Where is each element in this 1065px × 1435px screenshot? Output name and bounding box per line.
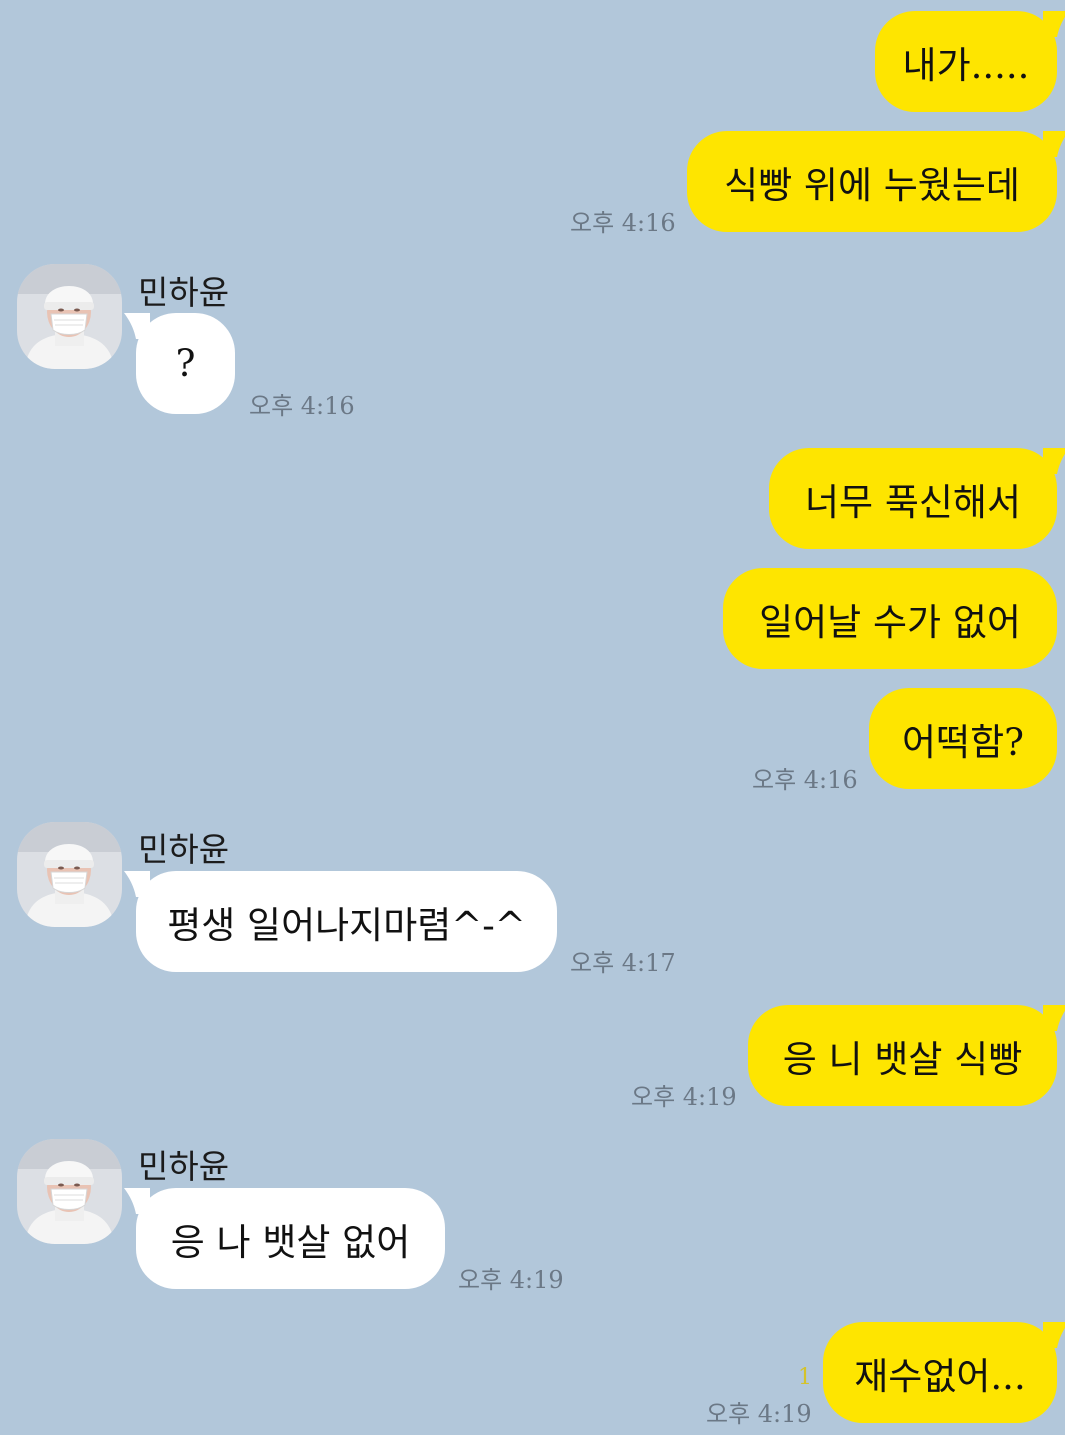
bubble-tail: [124, 1188, 150, 1214]
message-text: 어떡함?: [902, 720, 1024, 764]
message-timestamp: 오후 4:16: [249, 392, 355, 420]
bubble-tail: [1043, 1322, 1065, 1348]
message-text: 내가.....: [902, 43, 1030, 87]
my-message-bubble[interactable]: 재수없어...: [823, 1322, 1057, 1423]
message-text: 일어날 수가 없어: [759, 600, 1021, 644]
bubble-tail: [1043, 1005, 1065, 1031]
message-timestamp: 오후 4:19: [458, 1266, 564, 1294]
their-message-bubble[interactable]: ?: [136, 313, 235, 414]
contact-avatar[interactable]: [17, 264, 122, 369]
message-text: 평생 일어나지마렴^-^: [167, 903, 526, 947]
their-message-bubble[interactable]: 평생 일어나지마렴^-^: [136, 871, 557, 972]
my-message-bubble[interactable]: 너무 푹신해서: [769, 448, 1057, 549]
message-text: 응 나 뱃살 없어: [170, 1220, 411, 1264]
unread-count: 1: [798, 1365, 812, 1390]
sender-name: 민하윤: [138, 273, 230, 312]
bubble-tail: [124, 313, 150, 339]
my-message-bubble[interactable]: 내가.....: [875, 11, 1057, 112]
my-message-bubble[interactable]: 일어날 수가 없어: [723, 568, 1057, 669]
message-timestamp: 오후 4:19: [631, 1083, 737, 1111]
sender-name: 민하윤: [138, 1147, 230, 1186]
message-text: ?: [175, 342, 196, 385]
my-message-bubble[interactable]: 어떡함?: [869, 688, 1057, 789]
bubble-tail: [124, 871, 150, 897]
bubble-tail: [1043, 448, 1065, 474]
their-message-bubble[interactable]: 응 나 뱃살 없어: [136, 1188, 445, 1289]
message-text: 너무 푹신해서: [804, 480, 1021, 524]
message-text: 재수없어...: [854, 1354, 1026, 1398]
message-text: 식빵 위에 누웠는데: [724, 163, 1020, 207]
sender-name: 민하윤: [138, 830, 230, 869]
my-message-bubble[interactable]: 식빵 위에 누웠는데: [687, 131, 1057, 232]
contact-avatar[interactable]: [17, 822, 122, 927]
message-timestamp: 오후 4:16: [570, 209, 676, 237]
bubble-tail: [1043, 11, 1065, 37]
message-timestamp: 오후 4:16: [752, 766, 858, 794]
message-timestamp: 오후 4:19: [706, 1400, 812, 1428]
bubble-tail: [1043, 131, 1065, 157]
message-text: 응 니 뱃살 식빵: [782, 1037, 1023, 1081]
contact-avatar[interactable]: [17, 1139, 122, 1244]
message-timestamp: 오후 4:17: [570, 949, 676, 977]
my-message-bubble[interactable]: 응 니 뱃살 식빵: [748, 1005, 1057, 1106]
